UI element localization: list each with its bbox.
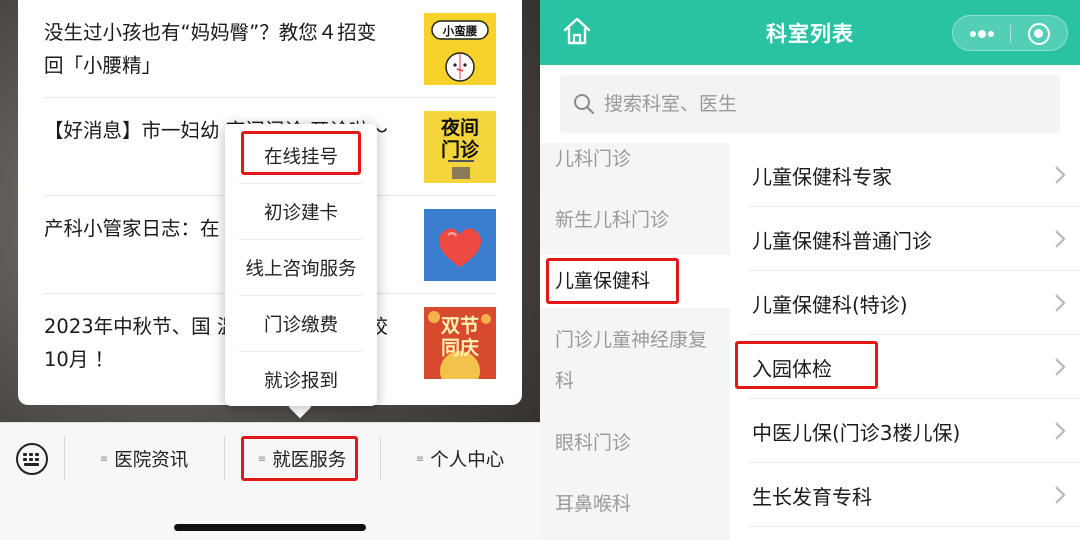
- department-item-selected[interactable]: 儿童保健科: [540, 255, 730, 308]
- more-icon[interactable]: [953, 16, 1010, 52]
- search-icon: [574, 94, 594, 114]
- miniprogram-capsule: [952, 15, 1068, 51]
- sub-department-item[interactable]: 儿童保健科专家: [748, 143, 1080, 207]
- chevron-right-icon: [1055, 230, 1066, 248]
- sub-department-label: 儿童保健科专家: [752, 164, 892, 189]
- tab-label: 个人中心: [430, 450, 505, 471]
- thumbnail-text: 小蛮腰: [442, 24, 478, 38]
- department-item[interactable]: 眼科门诊: [540, 423, 730, 464]
- thumbnail-text: 夜间门诊: [440, 117, 479, 161]
- bottom-tab-bar: ≡ 医院资讯 ≡ 就医服务 ≡ 个人中心: [0, 422, 540, 540]
- menu-lines-icon: ≡: [415, 453, 425, 465]
- search-input[interactable]: [604, 93, 1004, 115]
- menu-item-online-registration[interactable]: 在线挂号: [239, 128, 363, 184]
- menu-lines-icon: ≡: [257, 453, 267, 465]
- tab-medical-service[interactable]: ≡ 就医服务: [224, 437, 380, 481]
- right-screenshot: 科室列表 儿科门诊 新生儿科门诊: [540, 0, 1080, 540]
- article-thumbnail: [424, 209, 496, 281]
- search-area: [540, 65, 1080, 143]
- chevron-right-icon: [1055, 422, 1066, 440]
- tab-label: 就医服务: [272, 450, 347, 471]
- menu-item-check-in[interactable]: 就诊报到: [239, 352, 363, 408]
- keyboard-icon[interactable]: [16, 443, 48, 475]
- sub-department-item[interactable]: 中医儿保(门诊3楼儿保): [748, 399, 1080, 463]
- sub-department-item[interactable]: 生长发育专科: [748, 463, 1080, 527]
- sub-department-label: 儿童保健科普通门诊: [752, 228, 932, 253]
- article-title: 没生过小孩也有“妈妈臀”？教您４招变回「小腰精」: [44, 21, 377, 77]
- sub-department-label: 生长发育专科: [752, 484, 872, 509]
- department-item[interactable]: 新生儿科门诊: [540, 200, 730, 241]
- menu-item-first-visit-card[interactable]: 初诊建卡: [239, 184, 363, 240]
- chevron-right-icon: [1055, 486, 1066, 504]
- article-thumbnail: 小蛮腰: [424, 13, 496, 85]
- chevron-right-icon: [1055, 166, 1066, 184]
- heart-icon: [424, 209, 496, 281]
- department-item[interactable]: 儿科门诊: [540, 139, 730, 180]
- menu-item-outpatient-payment[interactable]: 门诊缴费: [239, 296, 363, 352]
- tab-personal-center[interactable]: ≡ 个人中心: [380, 437, 540, 481]
- sub-department-item[interactable]: 入园体检: [748, 335, 1080, 399]
- close-target-icon[interactable]: [1028, 23, 1050, 45]
- sub-department-list: 儿童保健科专家 儿童保健科普通门诊 儿童保健科(特诊) 入园体检 中医儿保(门诊…: [730, 143, 1080, 540]
- home-indicator: [174, 524, 366, 531]
- home-icon[interactable]: [562, 16, 592, 46]
- thumbnail-text: 双节同庆: [440, 315, 479, 359]
- department-item[interactable]: 门诊儿童神经康复科: [540, 320, 720, 402]
- tab-label: 医院资讯: [114, 450, 189, 471]
- sub-department-label: 中医儿保(门诊3楼儿保): [752, 420, 961, 445]
- department-list: 儿科门诊 新生儿科门诊 儿童保健科 门诊儿童神经康复科 眼科门诊 耳鼻喉科: [540, 143, 730, 540]
- chevron-right-icon: [1055, 358, 1066, 376]
- article-thumbnail: 双节同庆: [424, 307, 496, 379]
- sub-department-label: 入园体检: [752, 356, 832, 381]
- service-popup-menu: 在线挂号 初诊建卡 线上咨询服务 门诊缴费 就诊报到: [225, 124, 377, 406]
- search-box[interactable]: [560, 75, 1060, 133]
- article-thumbnail: 夜间门诊: [424, 111, 496, 183]
- tab-hospital-news[interactable]: ≡ 医院资讯: [64, 437, 224, 481]
- menu-item-online-consultation[interactable]: 线上咨询服务: [239, 240, 363, 296]
- department-item[interactable]: 耳鼻喉科: [540, 484, 730, 525]
- sub-department-label: 儿童保健科(特诊): [752, 292, 908, 317]
- sub-department-item[interactable]: 儿童保健科(特诊): [748, 271, 1080, 335]
- left-screenshot: 没生过小孩也有“妈妈臀”？教您４招变回「小腰精」 小蛮腰 【好消息】市一妇幼 夜…: [0, 0, 540, 540]
- navigation-bar: 科室列表: [540, 0, 1080, 65]
- sub-department-item[interactable]: 儿童保健科普通门诊: [748, 207, 1080, 271]
- article-item[interactable]: 没生过小孩也有“妈妈臀”？教您４招变回「小腰精」 小蛮腰: [44, 0, 496, 98]
- chevron-right-icon: [1055, 294, 1066, 312]
- menu-lines-icon: ≡: [99, 453, 109, 465]
